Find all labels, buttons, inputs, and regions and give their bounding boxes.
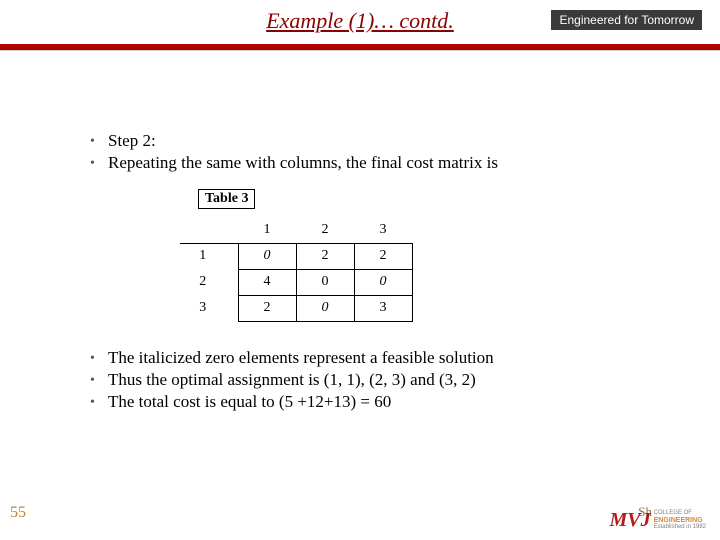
logo-line1: COLLEGE OF	[654, 510, 706, 517]
page-number: 55	[10, 504, 26, 522]
logo-line3: Established in 1982	[654, 524, 706, 531]
bullet-dot: •	[90, 392, 108, 412]
content-area: • Step 2: • Repeating the same with colu…	[0, 51, 720, 412]
bullet-dot: •	[90, 131, 108, 151]
logo-mark: MVJ	[610, 509, 651, 532]
cell: 2	[354, 243, 412, 269]
bullet-text: Thus the optimal assignment is (1, 1), (…	[108, 370, 650, 390]
bullet-dot: •	[90, 153, 108, 173]
table-caption: Table 3	[198, 189, 255, 209]
tagline: Engineered for Tomorrow	[551, 10, 702, 30]
table-corner	[180, 217, 238, 243]
bullet-item: • Step 2:	[90, 131, 650, 151]
cell: 2	[296, 243, 354, 269]
table-block: Table 3 1 2 3 1 0 2 2 2 4 0 0 3 2	[180, 187, 650, 322]
bullet-item: • Thus the optimal assignment is (1, 1),…	[90, 370, 650, 390]
lower-bullets: • The italicized zero elements represent…	[90, 348, 650, 412]
cell: 2	[238, 295, 296, 321]
footer-logo: MVJ COLLEGE OF ENGINEERING Established i…	[610, 509, 707, 532]
cost-matrix-table: 1 2 3 1 0 2 2 2 4 0 0 3 2 0 3	[180, 217, 413, 322]
row-header: 3	[180, 295, 238, 321]
bullet-text: The total cost is equal to (5 +12+13) = …	[108, 392, 650, 412]
cell: 0	[354, 269, 412, 295]
cell: 3	[354, 295, 412, 321]
cell: 0	[296, 295, 354, 321]
bullet-item: • The italicized zero elements represent…	[90, 348, 650, 368]
bullet-dot: •	[90, 370, 108, 390]
logo-text: COLLEGE OF ENGINEERING Established in 19…	[654, 510, 706, 531]
bullet-text: The italicized zero elements represent a…	[108, 348, 650, 368]
col-header: 3	[354, 217, 412, 243]
cell: 0	[296, 269, 354, 295]
col-header: 1	[238, 217, 296, 243]
bullet-text: Step 2:	[108, 131, 650, 151]
bullet-item: • The total cost is equal to (5 +12+13) …	[90, 392, 650, 412]
logo-line2: ENGINEERING	[654, 517, 706, 524]
row-header: 1	[180, 243, 238, 269]
row-header: 2	[180, 269, 238, 295]
col-header: 2	[296, 217, 354, 243]
bullet-dot: •	[90, 348, 108, 368]
cell: 4	[238, 269, 296, 295]
slide-header: Example (1)… contd. Engineered for Tomor…	[0, 0, 720, 40]
cell: 0	[238, 243, 296, 269]
bullet-item: • Repeating the same with columns, the f…	[90, 153, 650, 173]
bullet-text: Repeating the same with columns, the fin…	[108, 153, 650, 173]
